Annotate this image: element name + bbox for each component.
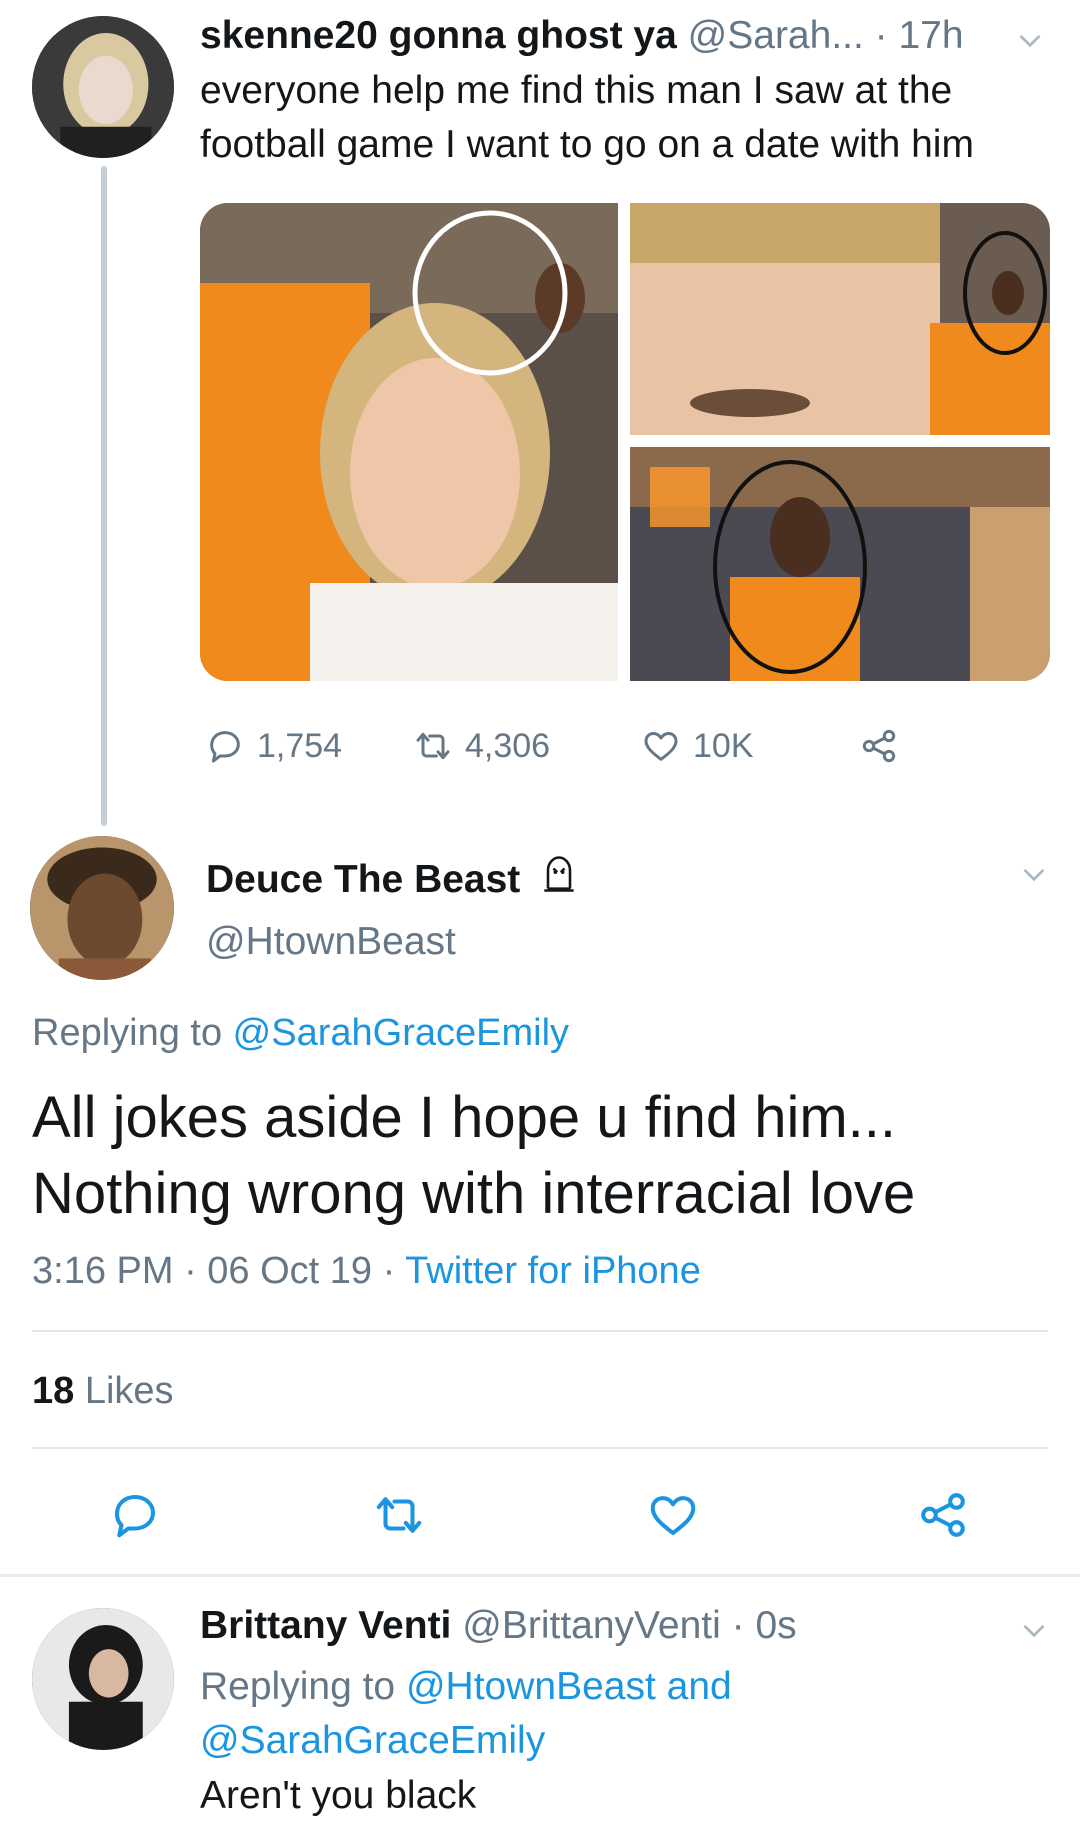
avatar-skenne20[interactable] xyxy=(32,16,174,158)
tweet1-share-action[interactable] xyxy=(859,726,899,766)
tweet2-replying-mention[interactable]: @SarahGraceEmily xyxy=(233,1012,569,1054)
tweet2-reply-icon[interactable] xyxy=(108,1488,162,1542)
tweet1-chevron-down-icon[interactable] xyxy=(1017,28,1043,59)
tweet1-action-bar: 1,754 4,306 10K xyxy=(205,726,905,776)
tweet2-text: All jokes aside I hope u find him... Not… xyxy=(32,1085,916,1226)
share-icon xyxy=(862,729,896,763)
tweet3-handle[interactable]: @BrittanyVenti xyxy=(462,1604,721,1647)
tweet2-timestamp: 3:16 PM · 06 Oct 19 · xyxy=(32,1250,406,1292)
tweet2-chevron-down-icon[interactable] xyxy=(1021,862,1047,893)
tweet2-likes-count: 18 xyxy=(32,1370,75,1412)
tweet2-likes-label: Likes xyxy=(74,1370,174,1412)
retweet-icon xyxy=(416,732,450,760)
tweet3-text: Aren't you black xyxy=(200,1774,477,1817)
tweet3-time: · 0s xyxy=(731,1604,797,1647)
tweet1-like-count: 10K xyxy=(693,726,754,765)
tweet3-chevron-down-icon[interactable] xyxy=(1021,1618,1047,1649)
tweet1-text: everyone help me find this man I saw at … xyxy=(200,69,974,166)
tweet1-time: · 17h xyxy=(874,14,964,57)
tweet1-reply-action[interactable]: 1,754 xyxy=(205,726,342,766)
tweet3-header: Brittany Venti @BrittanyVenti · 0s xyxy=(200,1604,797,1648)
tweet3-display-name[interactable]: Brittany Venti xyxy=(200,1604,451,1647)
tweet1-header: skenne20 gonna ghost ya @Sarah... · 17h xyxy=(200,14,964,58)
tweet3-replying-to: Replying to @HtownBeast and @SarahGraceE… xyxy=(200,1660,860,1768)
media-photo-3[interactable] xyxy=(630,447,1050,681)
tweet2-share-icon[interactable] xyxy=(916,1488,970,1542)
tweet1-handle[interactable]: @Sarah... xyxy=(688,14,864,57)
media-photo-2[interactable] xyxy=(630,203,1050,435)
tweet1-retweet-count: 4,306 xyxy=(465,726,551,765)
tweet1-media-grid xyxy=(200,203,1050,681)
tweet1-reply-count: 1,754 xyxy=(257,726,343,765)
avatar-htownbeast[interactable] xyxy=(30,836,174,980)
tweet2-like-icon[interactable] xyxy=(646,1488,700,1542)
tweet2-replying-to: Replying to @SarahGraceEmily xyxy=(32,1012,569,1055)
tweet2-replying-prefix: Replying to xyxy=(32,1012,233,1054)
tweet1-like-action[interactable]: 10K xyxy=(641,726,754,766)
tweet2-likes-summary[interactable]: 18 Likes xyxy=(32,1370,174,1413)
reply-icon xyxy=(210,731,240,763)
tweet2-source-link[interactable]: Twitter for iPhone xyxy=(405,1250,701,1292)
thread-line xyxy=(101,166,107,826)
tweet2-display-name[interactable]: Deuce The Beast xyxy=(206,858,520,901)
divider xyxy=(32,1447,1048,1449)
section-separator xyxy=(0,1574,1080,1577)
media-photo-1[interactable] xyxy=(200,203,618,681)
tweet2-handle[interactable]: @HtownBeast xyxy=(206,920,456,964)
tweet1-display-name[interactable]: skenne20 gonna ghost ya xyxy=(200,14,677,57)
divider xyxy=(32,1330,1048,1332)
tweet3-replying-prefix: Replying to xyxy=(200,1665,406,1708)
tweet2-name-row: Deuce The Beast xyxy=(206,852,581,906)
tweet1-retweet-action[interactable]: 4,306 xyxy=(413,726,550,766)
owl-icon xyxy=(537,852,581,906)
tweet2-meta: 3:16 PM · 06 Oct 19 · Twitter for iPhone xyxy=(32,1250,701,1293)
avatar-brittanyventi[interactable] xyxy=(32,1608,174,1750)
heart-icon xyxy=(644,732,678,761)
tweet2-retweet-icon[interactable] xyxy=(372,1488,426,1542)
